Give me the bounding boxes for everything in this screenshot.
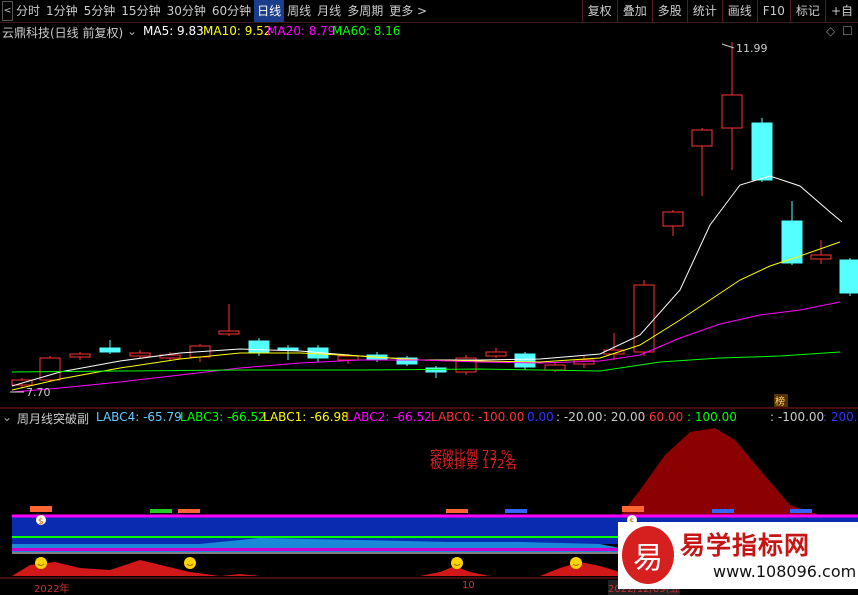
labc2-label: LABC2: -66.52 [346, 410, 432, 424]
labc0-label: LABC0: -100.00 [431, 410, 525, 424]
signal-marker [30, 506, 52, 512]
signal-marker [622, 506, 644, 512]
high-price-label: 11.99 [736, 42, 768, 55]
level-0: 0.00 [527, 410, 554, 424]
signal-marker [505, 509, 527, 513]
candles-group [11, 42, 858, 388]
level-neg20: : -20.00 [556, 410, 603, 424]
candle-body [691, 129, 713, 147]
labc3-label: LABC3: -66.52 [180, 410, 266, 424]
candle-body [662, 211, 684, 227]
smiley-icon [570, 557, 582, 569]
ma-lines-group [11, 175, 843, 393]
signal-marker [178, 509, 200, 513]
candle-body [485, 351, 507, 357]
labc4-label: LABC4: -65.79 [96, 410, 182, 424]
red-wave-1 [12, 560, 260, 576]
watermark-title: 易学指标网 [680, 531, 811, 560]
smiley-icon [184, 557, 196, 569]
candle-body [129, 352, 151, 357]
candle-body [99, 347, 121, 353]
axis-label-month: 10 [462, 580, 475, 591]
signal-marker [712, 509, 734, 513]
signal-marker [150, 509, 172, 513]
smiley-icon [35, 557, 47, 569]
low-price-label: 7.70 [26, 386, 51, 399]
watermark-logo: 易 [622, 526, 674, 584]
level-60: : 60.00 [641, 410, 684, 424]
candle-body [425, 367, 447, 373]
candle-body [839, 259, 858, 294]
stripe-purple [12, 548, 620, 551]
candle-body [544, 364, 566, 371]
level-20: : 20.00 [603, 410, 646, 424]
candle-body [751, 122, 773, 181]
candle-body [810, 254, 832, 260]
sector-rank-text: 板块排第 172名 [430, 457, 517, 471]
labc1-label: LABC1: -66.98 [263, 410, 349, 424]
candle-body [514, 353, 536, 368]
level-neg100: : -100.00 [770, 410, 825, 424]
candle-body [69, 353, 91, 358]
candle-body [337, 355, 359, 361]
signal-marker [790, 509, 812, 513]
dollar-sign: $ [38, 517, 44, 527]
level-100: : 100.00 [687, 410, 737, 424]
ma20-line [11, 301, 841, 393]
rank-badge-label: 榜 [775, 395, 785, 408]
sub-dropdown-icon[interactable]: ⌄ [2, 410, 12, 424]
sub-chart-title: ⌄ 周月线突破副 LABC4: -65.79 LABC3: -66.52 LAB… [0, 409, 858, 426]
kline-chart[interactable]: 11.99 7.70 榜 $$ [0, 0, 858, 589]
signal-marker [446, 509, 468, 513]
indicator-name: 周月线突破副 [17, 412, 90, 426]
watermark-url: www.108096.com [713, 562, 857, 581]
area-red-peak [620, 428, 858, 516]
candle-body [277, 347, 299, 351]
candle-body [721, 94, 743, 129]
smiley-icon [451, 557, 463, 569]
watermark-banner: 易 易学指标网 www.108096.com [618, 522, 858, 589]
axis-label-year: 2022年 [34, 584, 70, 595]
level-200: : 200.0 [823, 410, 858, 424]
candle-body [218, 330, 240, 335]
